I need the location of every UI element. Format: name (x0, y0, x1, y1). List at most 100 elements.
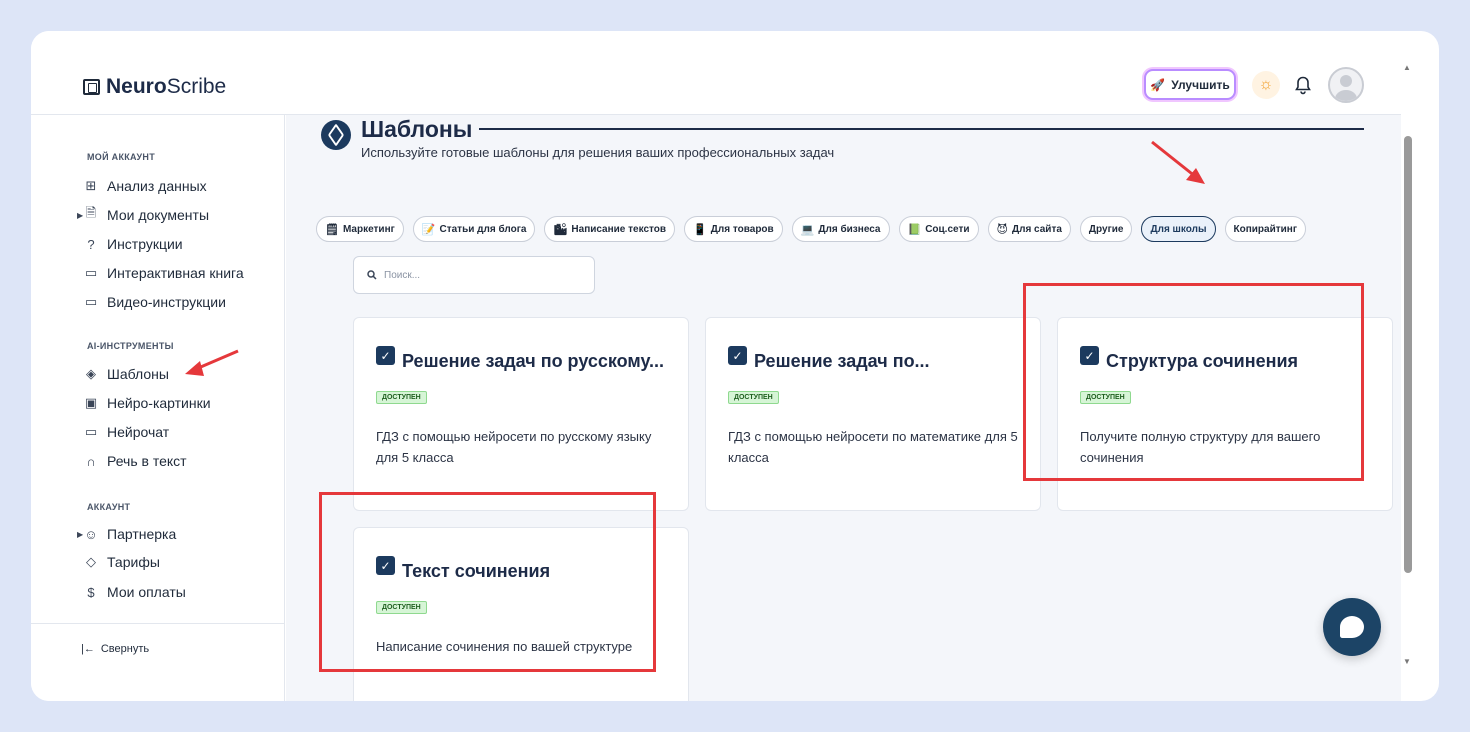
tab-label: Соц.сети (925, 223, 970, 235)
upgrade-button[interactable]: 🚀 Улучшить (1144, 69, 1236, 100)
notepad-icon: 🗒 (325, 223, 339, 236)
chat-icon: ▭ (84, 424, 98, 439)
users-icon: ☺ (84, 526, 98, 542)
page-title: Шаблоны (361, 116, 473, 142)
scroll-down-arrow[interactable]: ▼ (1403, 657, 1411, 666)
collapse-label: Свернуть (100, 643, 150, 655)
bell-icon[interactable] (1293, 73, 1313, 97)
sidebar-item-label: Видео-инструкции (107, 294, 226, 310)
app-logo[interactable]: NeuroScribe (83, 75, 226, 99)
phone-icon: 📱 (693, 223, 707, 236)
devil-icon: 😈 (996, 223, 1008, 236)
tab-social[interactable]: 📗 Соц.сети (898, 216, 979, 242)
card-title: Решение задач по... (754, 351, 930, 371)
tab-label: Написание текстов (571, 223, 667, 235)
section-title-ai-tools: AI-ИНСТРУМЕНТЫ (87, 341, 174, 351)
sidebar-item-neurochat[interactable]: ▭ Нейрочат (84, 421, 169, 443)
laptop-icon: 💻 (800, 223, 815, 236)
collapse-sidebar-button[interactable]: |← Свернуть (81, 643, 149, 655)
tag-icon: ◇ (86, 554, 96, 569)
logo-icon (83, 79, 100, 95)
page-subtitle: Используйте готовые шаблоны для решения … (361, 145, 835, 160)
sidebar-item-label: Нейро-картинки (107, 395, 211, 411)
section-title-account: АККАУНТ (87, 502, 131, 512)
sidebar-item-label: Анализ данных (107, 178, 207, 194)
brand-bold: Neuro (106, 75, 167, 98)
checkbox-icon: ✓ (376, 346, 395, 365)
upgrade-label: Улучшить (1171, 77, 1230, 92)
sidebar-item-neuro-images[interactable]: ▣ Нейро-картинки (84, 392, 211, 414)
layers-icon: ◈ (86, 366, 96, 381)
tab-website[interactable]: 😈 Для сайта (987, 216, 1071, 242)
card-description: ГДЗ с помощью нейросети по русскому язык… (376, 429, 652, 465)
sidebar-item-label: Инструкции (107, 236, 183, 252)
tab-copywriting[interactable]: Копирайтинг (1224, 216, 1306, 242)
sidebar-item-label: Речь в текст (107, 453, 187, 469)
status-badge: ДОСТУПЕН (728, 391, 779, 404)
tab-label: Статьи для блога (439, 223, 527, 235)
sidebar-item-my-payments[interactable]: $ Мои оплаты (84, 581, 186, 603)
help-circle-icon: ? (87, 236, 95, 252)
sidebar-item-label: Нейрочат (107, 424, 170, 440)
tab-label: Для бизнеса (818, 223, 881, 235)
sidebar-item-templates[interactable]: ◈ Шаблоны (84, 363, 169, 385)
template-card[interactable]: ✓ Решение задач по русскому... ДОСТУПЕН Г… (353, 317, 689, 511)
tab-products[interactable]: 📱 Для товаров (684, 216, 783, 242)
template-card[interactable]: ✓ Решение задач по... ДОСТУПЕН ГДЗ с помо… (705, 317, 1041, 511)
book-icon: ▭ (84, 265, 98, 280)
highlight-box (319, 492, 656, 672)
tab-blog-articles[interactable]: 📝 Статьи для блога (412, 216, 536, 242)
status-badge: ДОСТУПЕН (376, 391, 427, 404)
top-bar: NeuroScribe 🚀 Улучшить ☼ (31, 31, 1401, 115)
sidebar-item-video-instructions[interactable]: ▭ Видео-инструкции (84, 291, 226, 313)
search-icon (367, 270, 377, 280)
sidebar-item-label: Интерактивная книга (107, 265, 244, 281)
sidebar-item-partners[interactable]: ▶ ☺ Партнерка (77, 523, 177, 545)
sidebar-item-label: Шаблоны (107, 366, 169, 382)
grid-icon: ⊞ (85, 178, 97, 193)
green-book-icon: 📗 (907, 223, 922, 236)
sidebar-item-label: Тарифы (107, 554, 160, 570)
sidebar: МОЙ АККАУНТ ⊞ Анализ данных ▶ 🗎 Мои докумен… (31, 115, 285, 701)
card-title: Решение задач по русскому... (402, 351, 664, 371)
avatar[interactable] (1328, 67, 1364, 103)
video-icon: ▭ (84, 294, 98, 309)
tab-label: Для школы (1150, 223, 1207, 235)
search-input[interactable]: Поиск... (353, 256, 595, 294)
category-tabs: 🗒 Маркетинг 📝 Статьи для блога 🏙 Написание … (316, 216, 1306, 242)
tab-business[interactable]: 💻 Для бизнеса (791, 216, 890, 242)
tab-label: Копирайтинг (1233, 223, 1297, 235)
tab-label: Маркетинг (342, 223, 395, 235)
memo-icon: 📝 (421, 223, 436, 236)
theme-toggle-sun-icon[interactable]: ☼ (1252, 71, 1280, 99)
scroll-up-arrow[interactable]: ▲ (1403, 63, 1411, 72)
sidebar-item-label: Партнерка (107, 526, 177, 542)
tab-marketing[interactable]: 🗒 Маркетинг (316, 216, 404, 242)
section-title-my-account: МОЙ АККАУНТ (87, 152, 156, 162)
document-icon: 🗎 (85, 205, 97, 220)
card-description: ГДЗ с помощью нейросети по математике дл… (728, 429, 1018, 465)
highlight-box (1023, 283, 1364, 481)
tab-label: Для товаров (710, 223, 774, 235)
sidebar-item-interactive-book[interactable]: ▭ Интерактивная книга (84, 262, 244, 284)
tab-text-writing[interactable]: 🏙 Написание текстов (544, 216, 676, 242)
brand-rest: Scribe (166, 75, 227, 98)
sidebar-item-label: Мои оплаты (107, 584, 186, 600)
sidebar-item-speech-to-text[interactable]: ∩ Речь в текст (84, 450, 187, 472)
scrollbar-thumb[interactable] (1404, 136, 1412, 573)
tab-other[interactable]: Другие (1079, 216, 1133, 242)
headphones-icon: ∩ (86, 453, 96, 469)
sidebar-item-instructions[interactable]: ? Инструкции (84, 233, 183, 255)
templates-icon (321, 120, 351, 150)
sidebar-item-my-documents[interactable]: ▶ 🗎 Мои документы (77, 204, 210, 226)
image-icon: ▣ (84, 395, 98, 410)
sidebar-item-label: Мои документы (107, 207, 210, 223)
tab-label: Для сайта (1011, 223, 1062, 235)
sidebar-item-data-analysis[interactable]: ⊞ Анализ данных (84, 175, 207, 197)
sidebar-item-tariffs[interactable]: ◇ Тарифы (84, 551, 160, 573)
dollar-icon: $ (87, 584, 95, 600)
sidebar-divider (31, 623, 285, 624)
rocket-icon: 🚀 (1150, 77, 1166, 92)
tab-school[interactable]: Для школы (1141, 216, 1216, 242)
chat-widget-button[interactable] (1323, 598, 1381, 656)
